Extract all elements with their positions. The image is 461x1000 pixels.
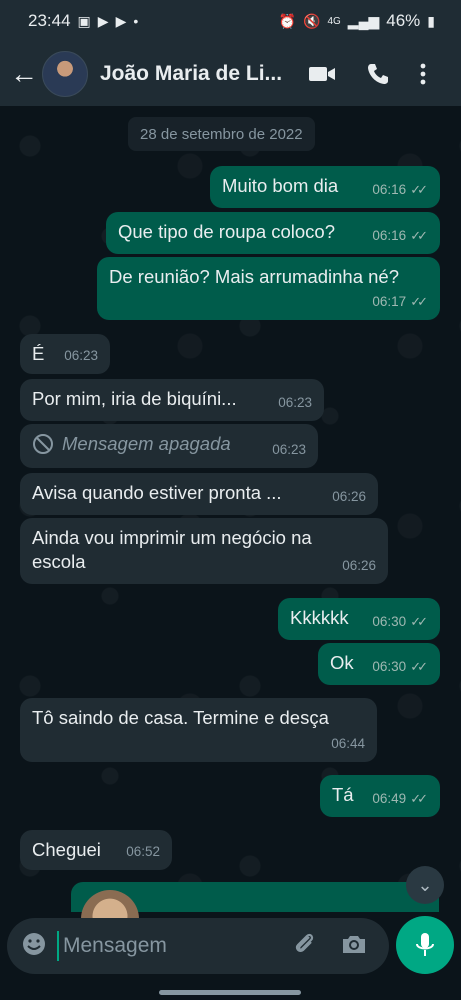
- message-text: Ok: [330, 652, 354, 673]
- attach-icon[interactable]: [293, 931, 317, 962]
- contact-name[interactable]: João Maria de Li...: [100, 62, 296, 86]
- message-bubble-incoming[interactable]: Ainda vou imprimir um negócio na escola …: [20, 518, 388, 584]
- message-bubble-outgoing[interactable]: De reunião? Mais arrumadinha né? 06:17 ✓✓: [97, 257, 440, 320]
- deleted-message: Mensagem apagada: [32, 432, 306, 456]
- message-text: Cheguei: [32, 839, 101, 860]
- message-time: 06:49: [372, 791, 407, 806]
- battery-level: 46%: [386, 11, 421, 30]
- message-text: Ainda vou imprimir um negócio na escola: [32, 527, 312, 572]
- message-text: Que tipo de roupa coloco?: [118, 221, 336, 242]
- message-meta: 06:23: [64, 344, 98, 368]
- signal-icon: ▂▄▆: [347, 12, 380, 29]
- message-text: Avisa quando estiver pronta ...: [32, 482, 282, 503]
- message-bubble-incoming[interactable]: Tô saindo de casa. Termine e desça 06:44: [20, 698, 377, 762]
- message-meta: 06:16 ✓✓: [372, 224, 428, 248]
- message-text: Tá: [332, 784, 354, 805]
- message-text: Mensagem apagada: [62, 433, 231, 454]
- message-meta: 06:16 ✓✓: [372, 178, 428, 202]
- message-text: Tô saindo de casa. Termine e desça: [32, 707, 329, 728]
- read-ticks-icon: ✓✓: [410, 659, 428, 674]
- camera-icon[interactable]: [341, 933, 367, 960]
- message-time: 06:52: [126, 844, 160, 859]
- status-bar: 23:44 ▣ ▶ ▶ • ⏰ 🔇 4G ▂▄▆ 46% ▮: [0, 0, 461, 42]
- message-text: Kkkkkk: [290, 607, 349, 628]
- back-arrow-icon[interactable]: ←: [10, 58, 38, 90]
- message-bubble-outgoing[interactable]: Tá 06:49 ✓✓: [320, 775, 440, 817]
- message-bubble-incoming[interactable]: É 06:23: [20, 334, 110, 374]
- message-time: 06:16: [372, 182, 407, 197]
- message-bubble-incoming[interactable]: Cheguei 06:52: [20, 830, 172, 870]
- message-time: 06:44: [331, 736, 365, 751]
- chat-header: ← João Maria de Li...: [0, 42, 461, 106]
- read-ticks-icon: ✓✓: [410, 791, 428, 806]
- call-icon[interactable]: [366, 62, 390, 86]
- chevron-down-icon: ⌄: [417, 874, 433, 895]
- message-bubble-outgoing[interactable]: Kkkkkk 06:30 ✓✓: [278, 598, 440, 640]
- video-call-icon[interactable]: [308, 64, 336, 84]
- blocked-icon: [33, 434, 53, 454]
- home-handle[interactable]: [159, 990, 301, 995]
- notification-dot: •: [133, 13, 139, 29]
- mic-button[interactable]: [396, 916, 454, 974]
- mic-icon: [416, 933, 434, 956]
- message-time: 06:26: [342, 558, 376, 573]
- message-bubble-outgoing[interactable]: Ok 06:30 ✓✓: [318, 643, 440, 685]
- message-time: 06:26: [332, 489, 366, 504]
- message-meta: 06:23: [278, 391, 312, 415]
- system-nav-bar: [0, 978, 461, 1000]
- mute-icon: 🔇: [303, 12, 321, 29]
- read-ticks-icon: ✓✓: [410, 614, 428, 629]
- message-meta: 06:17 ✓✓: [372, 290, 428, 314]
- message-bubble-incoming[interactable]: Avisa quando estiver pronta ... 06:26: [20, 473, 378, 515]
- message-meta: 06:23: [272, 438, 306, 462]
- message-text: De reunião? Mais arrumadinha né?: [109, 266, 400, 287]
- message-time: 06:23: [272, 442, 306, 457]
- alarm-icon: ⏰: [278, 12, 297, 29]
- message-time: 06:17: [372, 294, 407, 309]
- read-ticks-icon: ✓✓: [410, 294, 428, 309]
- message-time: 06:23: [278, 395, 312, 410]
- emoji-icon[interactable]: [21, 931, 47, 962]
- message-bubble-outgoing[interactable]: Muito bom dia 06:16 ✓✓: [210, 166, 440, 208]
- message-time: 06:30: [372, 614, 407, 629]
- lte-signal-icon: 4G: [327, 15, 341, 27]
- message-input[interactable]: [57, 931, 285, 961]
- message-bubble-deleted[interactable]: Mensagem apagada 06:23: [20, 424, 318, 468]
- battery-icon: ▮: [427, 12, 435, 29]
- menu-icon[interactable]: [420, 63, 426, 85]
- message-text: Muito bom dia: [222, 175, 339, 196]
- message-meta: 06:52: [126, 840, 160, 864]
- status-time: 23:44: [28, 11, 71, 30]
- message-bubble-outgoing[interactable]: Que tipo de roupa coloco? 06:16 ✓✓: [106, 212, 440, 254]
- header-actions: [308, 62, 426, 86]
- read-ticks-icon: ✓✓: [410, 182, 428, 197]
- date-separator: 28 de setembro de 2022: [128, 117, 315, 151]
- message-meta: 06:30 ✓✓: [372, 655, 428, 679]
- status-bar-right: ⏰ 🔇 4G ▂▄▆ 46% ▮: [279, 11, 435, 31]
- image-icon: ▣: [77, 12, 91, 29]
- status-bar-left: 23:44 ▣ ▶ ▶ •: [28, 11, 138, 31]
- message-meta: 06:30 ✓✓: [372, 610, 428, 634]
- message-bubble-incoming[interactable]: Por mim, iria de biquíni... 06:23: [20, 379, 324, 421]
- message-text: É: [32, 343, 45, 364]
- message-meta: 06:49 ✓✓: [372, 787, 428, 811]
- message-meta: 06:26: [332, 485, 366, 509]
- voice-message-partial[interactable]: [71, 882, 439, 948]
- youtube-icon: ▶: [97, 12, 109, 29]
- message-time: 06:16: [372, 228, 407, 243]
- youtube-icon: ▶: [115, 12, 127, 29]
- contact-avatar[interactable]: [42, 51, 88, 97]
- message-meta: 06:26: [342, 554, 376, 578]
- message-time: 06:30: [372, 659, 407, 674]
- scroll-down-button[interactable]: ⌄: [406, 866, 444, 904]
- message-time: 06:23: [64, 348, 98, 363]
- message-meta: 06:44: [331, 732, 365, 756]
- message-composer: [7, 918, 389, 974]
- message-text: Por mim, iria de biquíni...: [32, 388, 237, 409]
- read-ticks-icon: ✓✓: [410, 228, 428, 243]
